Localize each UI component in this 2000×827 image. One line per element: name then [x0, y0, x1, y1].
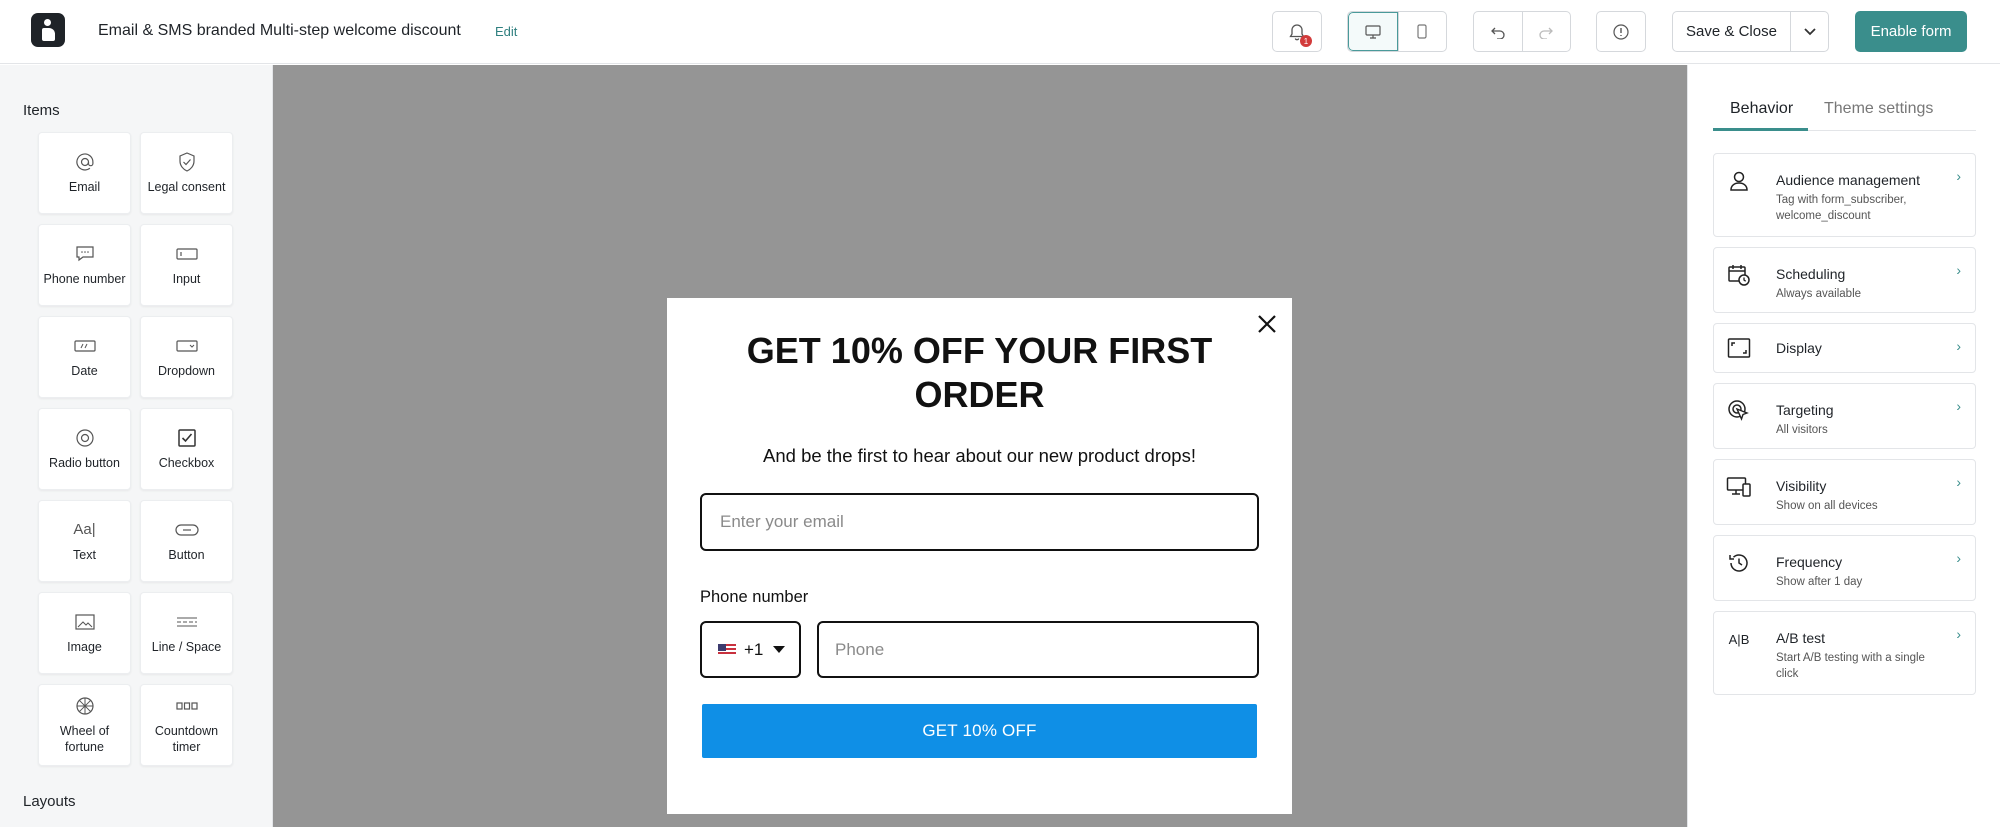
items-sidebar: Items Email Legal consent Phone number I… — [0, 65, 273, 827]
active-tab-indicator — [1713, 128, 1808, 131]
item-image[interactable]: Image — [38, 592, 131, 674]
caret-down-icon — [773, 646, 786, 653]
undo-button[interactable] — [1474, 12, 1522, 51]
countdown-icon — [175, 695, 198, 717]
person-icon — [1726, 168, 1752, 194]
country-code-select[interactable]: +1 — [700, 621, 801, 678]
top-bar: Email & SMS branded Multi-step welcome d… — [0, 0, 2000, 64]
settings-panel: Behavior Theme settings Audience managem… — [1687, 65, 2000, 827]
chevron-right-icon: › — [1956, 398, 1961, 414]
chevron-down-icon — [1803, 27, 1816, 35]
chevron-right-icon: › — [1956, 262, 1961, 278]
message-icon — [75, 243, 95, 265]
form-popup-preview[interactable]: GET 10% OFF YOUR FIRST ORDER And be the … — [667, 298, 1292, 814]
item-email[interactable]: Email — [38, 132, 131, 214]
ab-test-icon: A|B — [1728, 631, 1750, 647]
card-audience-management[interactable]: Audience management Tag with form_subscr… — [1713, 153, 1976, 237]
devices-icon — [1726, 474, 1752, 500]
tab-behavior[interactable]: Behavior — [1730, 100, 1793, 118]
redo-icon — [1539, 27, 1554, 39]
item-checkbox[interactable]: Checkbox — [140, 408, 233, 490]
item-line-space[interactable]: Line / Space — [140, 592, 233, 674]
card-frequency[interactable]: Frequency Show after 1 day › — [1713, 535, 1976, 601]
card-visibility[interactable]: Visibility Show on all devices › — [1713, 459, 1976, 525]
item-phone-number[interactable]: Phone number — [38, 224, 131, 306]
save-close-button[interactable]: Save & Close — [1673, 12, 1790, 51]
us-flag-icon — [718, 643, 736, 656]
at-icon — [75, 151, 95, 173]
get-discount-button[interactable]: GET 10% OFF — [702, 704, 1257, 758]
device-toggle — [1347, 11, 1447, 52]
form-title: Email & SMS branded Multi-step welcome d… — [98, 22, 461, 39]
redo-button[interactable] — [1521, 12, 1571, 51]
chevron-right-icon: › — [1956, 626, 1961, 642]
display-icon — [1726, 335, 1752, 361]
save-group: Save & Close — [1672, 11, 1829, 52]
notifications-button[interactable]: 1 — [1272, 11, 1322, 52]
dropdown-icon — [175, 335, 198, 357]
items-heading: Items — [23, 102, 60, 119]
item-dropdown[interactable]: Dropdown — [140, 316, 233, 398]
wheel-icon — [75, 695, 95, 717]
target-icon — [1726, 398, 1752, 424]
item-date[interactable]: Date — [38, 316, 131, 398]
save-options-button[interactable] — [1790, 12, 1828, 51]
history-icon — [1726, 550, 1752, 576]
panel-tabs: Behavior Theme settings — [1713, 65, 1976, 131]
info-icon — [1613, 23, 1629, 40]
notification-badge: 1 — [1300, 35, 1312, 47]
email-field[interactable]: Enter your email — [700, 493, 1259, 551]
phone-number-label: Phone number — [700, 588, 809, 606]
country-code-value: +1 — [744, 639, 764, 659]
item-wheel-of-fortune[interactable]: Wheel of fortune — [38, 684, 131, 766]
item-countdown-timer[interactable]: Countdown timer — [140, 684, 233, 766]
mobile-icon — [1417, 24, 1427, 39]
card-display[interactable]: Display › — [1713, 323, 1976, 373]
phone-field[interactable]: Phone — [817, 621, 1259, 678]
calendar-clock-icon — [1726, 262, 1752, 288]
radio-icon — [75, 427, 95, 449]
chevron-right-icon: › — [1956, 550, 1961, 566]
item-text[interactable]: Aa| Text — [38, 500, 131, 582]
undo-icon — [1490, 27, 1505, 39]
date-icon — [73, 335, 96, 357]
card-targeting[interactable]: Targeting All visitors › — [1713, 383, 1976, 449]
card-ab-test[interactable]: A|B A/B test Start A/B testing with a si… — [1713, 611, 1976, 695]
popup-subheadline: And be the first to hear about our new p… — [763, 445, 1196, 466]
item-button[interactable]: Button — [140, 500, 233, 582]
input-icon — [175, 243, 198, 265]
desktop-view-button[interactable] — [1348, 12, 1398, 51]
item-radio-button[interactable]: Radio button — [38, 408, 131, 490]
text-icon: Aa| — [73, 521, 96, 538]
image-icon — [74, 611, 95, 633]
chevron-right-icon: › — [1956, 338, 1961, 354]
enable-form-button[interactable]: Enable form — [1855, 11, 1967, 52]
info-button[interactable] — [1596, 11, 1646, 52]
card-scheduling[interactable]: Scheduling Always available › — [1713, 247, 1976, 313]
button-icon — [174, 519, 199, 541]
item-input[interactable]: Input — [140, 224, 233, 306]
chevron-right-icon: › — [1956, 168, 1961, 184]
line-space-icon — [176, 611, 198, 633]
popup-headline: GET 10% OFF YOUR FIRST ORDER — [746, 330, 1213, 415]
checkbox-icon — [177, 427, 197, 449]
shield-check-icon — [178, 151, 196, 173]
item-legal-consent[interactable]: Legal consent — [140, 132, 233, 214]
history-controls — [1473, 11, 1571, 52]
chevron-right-icon: › — [1956, 474, 1961, 490]
mobile-view-button[interactable] — [1397, 12, 1447, 51]
edit-title-link[interactable]: Edit — [495, 24, 517, 39]
tab-theme-settings[interactable]: Theme settings — [1824, 100, 1933, 118]
app-logo[interactable] — [31, 13, 65, 47]
desktop-icon — [1365, 24, 1381, 39]
layouts-heading: Layouts — [23, 793, 76, 810]
